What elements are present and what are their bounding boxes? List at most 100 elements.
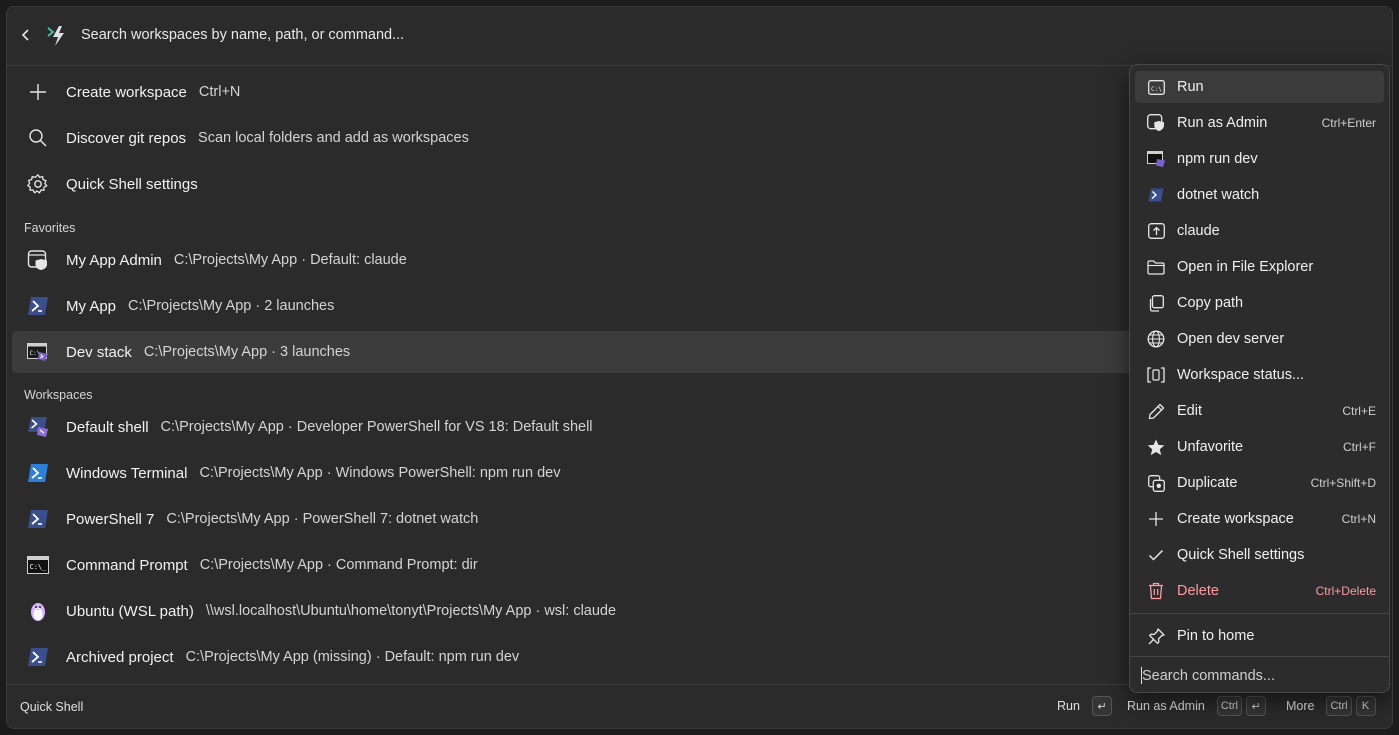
menu-item-claude[interactable]: claude (1135, 215, 1384, 247)
action-title: Discover git repos (66, 129, 187, 147)
menu-label: Open dev server (1177, 331, 1285, 347)
workspace-subtitle: C:\Projects\My App · PowerShell 7: dotne… (166, 511, 479, 527)
quick-shell-window: Search workspaces by name, path, or comm… (6, 6, 1393, 729)
run-terminal-icon: C:\ (1147, 78, 1165, 96)
favorite-subtitle: C:\Projects\My App · Default: claude (173, 252, 407, 268)
menu-search-placeholder: Search commands... (1142, 667, 1275, 684)
dev-powershell-icon (27, 416, 49, 438)
menu-item-npm-run-dev[interactable]: npm run dev (1135, 143, 1384, 175)
status-app-name: Quick Shell (20, 700, 84, 714)
globe-icon (1147, 330, 1165, 348)
workspace-title: Windows Terminal (66, 464, 188, 482)
workspace-subtitle: C:\Projects\My App (missing) · Default: … (185, 649, 520, 665)
linux-penguin-icon (27, 600, 49, 622)
hint-run-as-admin[interactable]: Run as Admin Ctrl ↵ (1127, 696, 1266, 716)
search-input[interactable]: Search workspaces by name, path, or comm… (81, 27, 404, 43)
menu-item-quick-shell-settings[interactable]: Quick Shell settings (1135, 539, 1384, 571)
menu-item-dotnet-watch[interactable]: dotnet watch (1135, 179, 1384, 211)
hint-label: More (1286, 699, 1315, 713)
copy-icon (1147, 294, 1165, 312)
hint-run[interactable]: Run ↵ (1057, 696, 1112, 716)
key-ctrl: Ctrl (1216, 696, 1242, 716)
hint-label: Run as Admin (1127, 699, 1205, 713)
menu-separator (1130, 613, 1389, 614)
hint-more[interactable]: More Ctrl K (1286, 696, 1376, 716)
workspace-subtitle: C:\Projects\My App · Command Prompt: dir (199, 557, 478, 573)
svg-text:C:\_: C:\_ (30, 563, 48, 571)
favorite-title: My App (66, 297, 117, 315)
menu-item-duplicate[interactable]: Duplicate Ctrl+Shift+D (1135, 467, 1384, 499)
favorite-subtitle: C:\Projects\My App · 3 launches (143, 344, 351, 360)
favorite-subtitle: C:\Projects\My App · 2 launches (128, 298, 335, 314)
key-enter: ↵ (1245, 696, 1266, 716)
menu-separator (1130, 656, 1389, 657)
menu-item-open-in-file-explorer[interactable]: Open in File Explorer (1135, 251, 1384, 283)
svg-text:C:\: C:\ (1151, 86, 1162, 93)
menu-item-unfavorite[interactable]: Unfavorite Ctrl+F (1135, 431, 1384, 463)
powershell-icon (27, 646, 49, 668)
folder-icon (1147, 258, 1165, 276)
menu-item-run-as-admin[interactable]: Run as Admin Ctrl+Enter (1135, 107, 1384, 139)
key-ctrl: Ctrl (1326, 696, 1352, 716)
menu-item-pin-to-home[interactable]: Pin to home (1135, 620, 1384, 652)
plus-icon (27, 81, 49, 103)
duplicate-icon (1147, 474, 1165, 492)
workspace-title: Command Prompt (66, 556, 188, 574)
action-subtitle: Scan local folders and add as workspaces (198, 130, 469, 146)
menu-label: Edit (1177, 403, 1202, 419)
key-k: K (1355, 696, 1376, 716)
menu-label: Pin to home (1177, 628, 1255, 644)
workspace-title: Archived project (66, 648, 174, 666)
menu-label: claude (1177, 223, 1220, 239)
shield-icon (1147, 114, 1165, 132)
favorite-title: Dev stack (66, 343, 132, 361)
shield-terminal-icon (27, 249, 49, 271)
trash-icon (1147, 582, 1165, 600)
menu-label: Unfavorite (1177, 439, 1244, 455)
menu-label: Run as Admin (1177, 115, 1268, 131)
menu-label: dotnet watch (1177, 187, 1260, 203)
upload-window-icon (1147, 222, 1165, 240)
status-frame-icon (1147, 366, 1165, 384)
action-title: Create workspace (66, 83, 187, 101)
powershell-icon (1147, 186, 1165, 204)
favorite-title: My App Admin (66, 251, 162, 269)
back-button[interactable] (15, 24, 37, 46)
powershell-icon (27, 508, 49, 530)
menu-shortcut: Ctrl+F (1343, 440, 1376, 454)
menu-item-workspace-status[interactable]: Workspace status... (1135, 359, 1384, 391)
menu-item-create-workspace[interactable]: Create workspace Ctrl+N (1135, 503, 1384, 535)
action-title: Quick Shell settings (66, 175, 198, 193)
menu-shortcut: Ctrl+N (1341, 512, 1376, 526)
workspace-title: Default shell (66, 418, 149, 436)
menu-item-copy-path[interactable]: Copy path (1135, 287, 1384, 319)
menu-item-open-dev-server[interactable]: Open dev server (1135, 323, 1384, 355)
action-subtitle: Ctrl+N (198, 84, 241, 100)
menu-shortcut: Ctrl+Shift+D (1310, 476, 1376, 490)
menu-label: Run (1177, 79, 1204, 95)
chevron-left-icon (21, 29, 29, 41)
workspace-subtitle: C:\Projects\My App · Windows PowerShell:… (199, 465, 561, 481)
workspaces-heading: Workspaces (24, 388, 93, 402)
workspace-title: Ubuntu (WSL path) (66, 602, 194, 620)
windows-terminal-icon (27, 462, 49, 484)
menu-item-edit[interactable]: Edit Ctrl+E (1135, 395, 1384, 427)
search-bar[interactable]: Search workspaces by name, path, or comm… (7, 7, 1392, 66)
menu-shortcut: Ctrl+E (1342, 404, 1376, 418)
app-logo-icon (45, 24, 69, 48)
menu-search-input[interactable]: Search commands... (1141, 667, 1275, 684)
star-icon (1147, 438, 1165, 456)
menu-label: Copy path (1177, 295, 1244, 311)
gear-icon (27, 173, 49, 195)
plus-icon (1147, 510, 1165, 528)
command-prompt-icon: C:\_ (27, 554, 49, 576)
menu-label: Quick Shell settings (1177, 547, 1305, 563)
cmd-stack-icon (1147, 150, 1165, 168)
checkmark-icon (1147, 546, 1165, 564)
menu-item-delete[interactable]: Delete Ctrl+Delete (1135, 575, 1384, 607)
menu-shortcut: Ctrl+Delete (1315, 584, 1376, 598)
context-menu: C:\ Run Run as Admin Ctrl+Enter npm run … (1129, 64, 1390, 693)
workspace-subtitle: C:\Projects\My App · Developer PowerShel… (160, 419, 593, 435)
menu-label: Create workspace (1177, 511, 1294, 527)
menu-item-run[interactable]: C:\ Run (1135, 71, 1384, 103)
